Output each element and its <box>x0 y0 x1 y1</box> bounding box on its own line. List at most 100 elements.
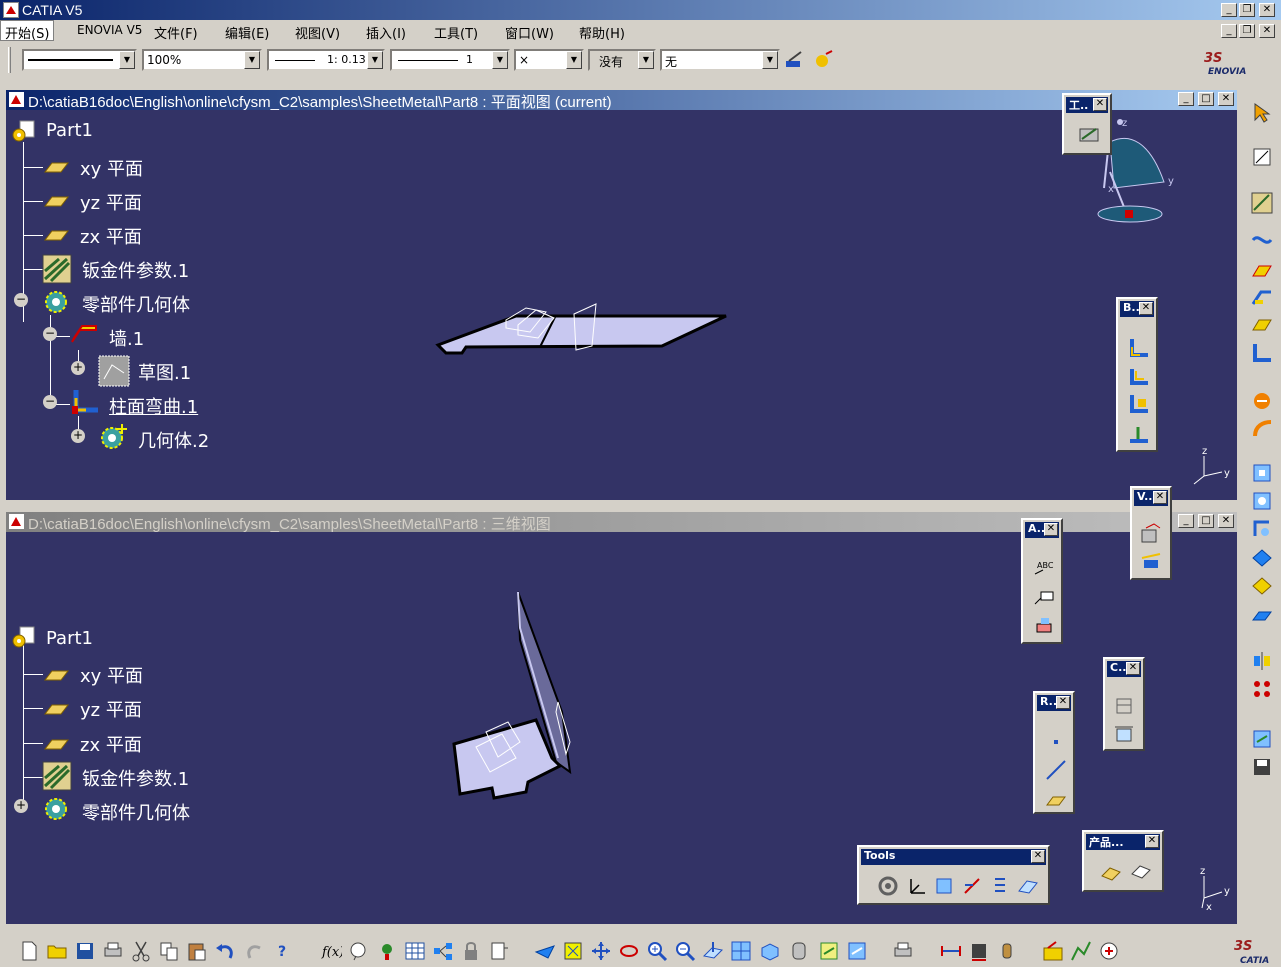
expand-icon[interactable]: + <box>71 361 85 375</box>
recognize-icon[interactable] <box>1251 230 1273 252</box>
extrusion-icon[interactable] <box>1251 314 1273 336</box>
3d-annotation-icon[interactable] <box>1033 614 1055 636</box>
catalog-browser-icon[interactable] <box>1042 940 1064 962</box>
print-icon[interactable] <box>102 940 124 962</box>
doc-window-plan-view[interactable]: D:\catiaB16doc\English\online\cfysm_C2\s… <box>4 88 1239 502</box>
scan-icon[interactable] <box>961 875 983 897</box>
expand-icon[interactable]: + <box>71 429 85 443</box>
palette-tools[interactable]: Tools ✕ <box>857 845 1050 905</box>
menu-help[interactable]: 帮助(H) <box>579 23 625 42</box>
menu-enovia[interactable]: ENOVIA V5 <box>77 23 142 37</box>
part-geometry-plan[interactable] <box>426 290 746 365</box>
collapse-icon[interactable]: − <box>14 293 28 307</box>
tree-node-zx[interactable]: zx 平面 <box>80 731 142 757</box>
chevron-down-icon[interactable]: ▼ <box>492 51 508 69</box>
product-structure-icon[interactable] <box>1130 860 1152 882</box>
menu-start[interactable]: 开始(S) <box>0 20 55 42</box>
sketch-icon[interactable] <box>98 355 130 387</box>
chevron-down-icon[interactable]: ▼ <box>566 51 582 69</box>
surface-stamp-icon[interactable] <box>1251 606 1273 628</box>
constraint-face-icon[interactable] <box>1113 723 1135 745</box>
close-icon[interactable]: ✕ <box>1153 491 1167 504</box>
minimize-button[interactable]: _ <box>1221 3 1237 17</box>
zoom-in-icon[interactable] <box>646 940 668 962</box>
palette-product[interactable]: 产品... ✕ <box>1082 830 1164 892</box>
axis-system-icon[interactable] <box>905 875 927 897</box>
close-icon[interactable]: ✕ <box>1145 835 1159 848</box>
menu-file[interactable]: 文件(F) <box>154 23 198 42</box>
chart-icon[interactable] <box>1070 940 1092 962</box>
fold-icon[interactable] <box>1251 418 1273 440</box>
chevron-down-icon[interactable]: ▼ <box>638 51 654 69</box>
tree-node-params[interactable]: 钣金件参数.1 <box>82 257 189 283</box>
wall-icon[interactable] <box>1251 258 1273 280</box>
menu-insert[interactable]: 插入(I) <box>366 23 406 42</box>
multi-view-icon[interactable] <box>730 940 752 962</box>
light-icon[interactable] <box>376 940 398 962</box>
color-combo[interactable]: ▼ <box>22 49 137 71</box>
chevron-down-icon[interactable]: ▼ <box>367 51 383 69</box>
bend-icon[interactable] <box>1128 337 1150 359</box>
chevron-down-icon[interactable]: ▼ <box>244 51 260 69</box>
body-gear-icon[interactable] <box>42 288 72 316</box>
close-icon[interactable]: ✕ <box>1126 662 1140 675</box>
flange-icon[interactable] <box>1251 342 1273 364</box>
measure-item-icon[interactable] <box>968 940 990 962</box>
tree-node-xy[interactable]: xy 平面 <box>80 155 143 181</box>
fly-mode-icon[interactable] <box>534 940 556 962</box>
sheetmetal-tool-icon[interactable] <box>1078 123 1100 145</box>
stamp-icon[interactable] <box>1251 546 1273 568</box>
rotate-icon[interactable] <box>618 940 640 962</box>
whats-this-icon[interactable]: ? <box>274 940 296 962</box>
views-icon[interactable] <box>1140 522 1162 544</box>
chevron-down-icon[interactable]: ▼ <box>119 51 135 69</box>
analysis-icon[interactable] <box>1098 940 1120 962</box>
surface-icon[interactable] <box>1017 875 1039 897</box>
measure-inertia-icon[interactable] <box>996 940 1018 962</box>
properties-icon[interactable] <box>812 49 834 71</box>
table-icon[interactable] <box>404 940 426 962</box>
close-icon[interactable]: ✕ <box>1139 302 1153 315</box>
tree-node-body2[interactable]: 几何体.2 <box>138 427 209 453</box>
expand-icon[interactable]: + <box>14 799 28 813</box>
menu-tools[interactable]: 工具(T) <box>434 23 478 42</box>
plane-icon[interactable] <box>42 192 70 214</box>
wall-on-edge-icon[interactable] <box>1251 286 1273 308</box>
sheetmetal-params-icon[interactable] <box>42 761 72 791</box>
close-icon[interactable]: ✕ <box>1031 850 1045 863</box>
tree-node-sketch[interactable]: 草图.1 <box>138 359 191 385</box>
show-hide-icon[interactable] <box>933 875 955 897</box>
plane-icon[interactable] <box>42 666 70 688</box>
text-annotation-icon[interactable]: ABC <box>1033 556 1055 578</box>
normal-view-icon[interactable] <box>702 940 724 962</box>
collapse-icon[interactable]: − <box>43 327 57 341</box>
palette-tools-top[interactable]: 工.. ✕ <box>1062 93 1112 155</box>
close-button[interactable]: ✕ <box>1259 3 1275 17</box>
win2-maximize-button[interactable]: □ <box>1198 514 1214 528</box>
shading-icon[interactable] <box>788 940 810 962</box>
lineweight-combo[interactable]: 1 ▼ <box>390 49 510 71</box>
transparency-combo[interactable]: 100% ▼ <box>142 49 262 71</box>
win1-maximize-button[interactable]: □ <box>1198 92 1214 106</box>
point-symbol-combo[interactable]: × ▼ <box>514 49 584 71</box>
point-icon[interactable] <box>1045 731 1067 753</box>
tree-structure-icon[interactable] <box>432 940 454 962</box>
tree-node-bend[interactable]: 柱面弯曲.1 <box>109 393 198 419</box>
palette-annotations[interactable]: A.. ✕ ABC <box>1021 518 1063 644</box>
redo-icon[interactable] <box>244 940 266 962</box>
floppy-icon[interactable] <box>1251 756 1273 778</box>
sketcher-icon[interactable] <box>1251 146 1273 168</box>
tree-node-wall[interactable]: 墙.1 <box>109 325 144 351</box>
menu-window[interactable]: 窗口(W) <box>505 23 554 42</box>
doc-close-button[interactable]: ✕ <box>1259 24 1275 38</box>
tree-node-yz[interactable]: yz 平面 <box>80 696 142 722</box>
win1-close-button[interactable]: ✕ <box>1218 92 1234 106</box>
win1-minimize-button[interactable]: _ <box>1178 92 1194 106</box>
tree-node-root[interactable]: Part1 <box>46 628 93 649</box>
palette-title[interactable]: Tools <box>861 849 1046 865</box>
tree-node-xy[interactable]: xy 平面 <box>80 662 143 688</box>
menu-edit[interactable]: 编辑(E) <box>225 23 269 42</box>
palette-reference[interactable]: R.. ✕ <box>1033 691 1075 814</box>
catia-logo-icon[interactable] <box>3 2 19 18</box>
linetype-combo[interactable]: 1: 0.13 ▼ <box>267 49 385 71</box>
